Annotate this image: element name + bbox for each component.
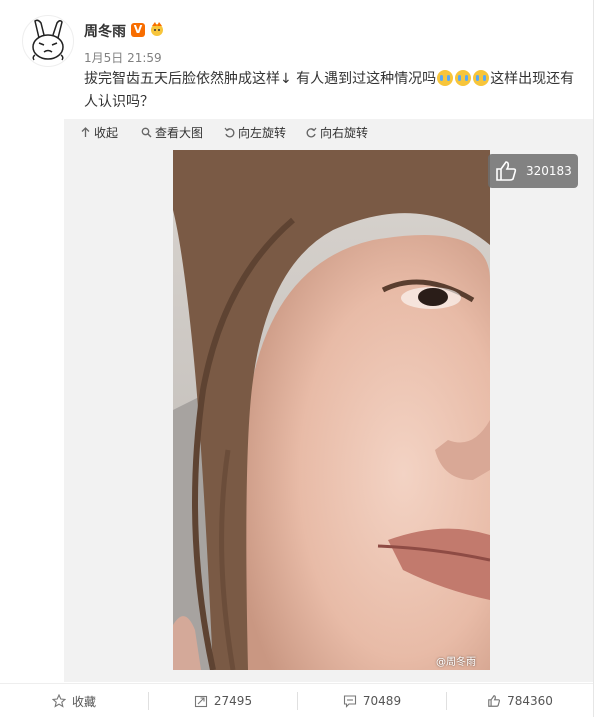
crying-emoji-icon (473, 70, 490, 86)
rotate-left-label: 向左旋转 (238, 126, 287, 140)
repost-count: 27495 (213, 694, 253, 708)
view-large-button[interactable]: 查看大图 (141, 124, 203, 141)
weibo-post-card: 周冬雨 V 1月5日 21:59 拔完智齿五天后脸依然肿成这样↓ 有人遇到过这种… (0, 0, 594, 718)
post-text: 拔完智齿五天后脸依然肿成这样↓ 有人遇到过这种情况吗 这样出现还有人认识吗？ (84, 68, 579, 114)
bunny-avatar-icon (32, 19, 64, 61)
star-icon (51, 694, 66, 708)
like-count: 784360 (507, 694, 553, 708)
photo-like-count: 320183 (526, 164, 572, 178)
rotate-right-button[interactable]: 向右旋转 (306, 124, 368, 141)
photo-watermark: @周冬雨 (436, 657, 476, 668)
fan-badge-icon (149, 21, 165, 37)
comment-count: 70489 (362, 694, 402, 708)
selfie-image (173, 150, 490, 670)
rotate-left-icon (224, 127, 235, 138)
favorite-button[interactable]: 收藏 (0, 684, 148, 718)
search-icon (141, 127, 152, 138)
repost-button[interactable]: 27495 (149, 684, 297, 718)
crying-emoji-icon (437, 70, 454, 86)
view-large-label: 查看大图 (155, 126, 204, 140)
crying-emoji-icon (455, 70, 472, 86)
verified-icon: V (131, 23, 145, 37)
like-button[interactable]: 784360 (447, 684, 593, 718)
rotate-left-button[interactable]: 向左旋转 (224, 124, 286, 141)
post-photo[interactable] (173, 150, 490, 670)
collapse-button[interactable]: 收起 (80, 124, 118, 141)
collapse-label: 收起 (94, 126, 119, 140)
comment-button[interactable]: 70489 (298, 684, 446, 718)
repost-icon (194, 695, 207, 708)
comment-icon (343, 695, 356, 708)
author-name[interactable]: 周冬雨 (84, 21, 126, 41)
collapse-icon (81, 127, 90, 137)
post-time[interactable]: 1月5日 21:59 (84, 49, 162, 66)
favorite-label: 收藏 (71, 694, 96, 709)
rotate-right-icon (306, 127, 317, 138)
post-footer: 收藏 27495 70489 784360 (0, 683, 593, 718)
thumbs-up-icon (488, 695, 501, 707)
thumbs-up-icon (496, 161, 517, 181)
post-text-part-1: 拔完智齿五天后脸依然肿成这样↓ 有人遇到过这种情况吗 (84, 71, 437, 87)
photo-like-button[interactable]: 320183 (488, 154, 578, 188)
author-avatar[interactable] (22, 15, 74, 67)
rotate-right-label: 向右旋转 (320, 126, 369, 140)
